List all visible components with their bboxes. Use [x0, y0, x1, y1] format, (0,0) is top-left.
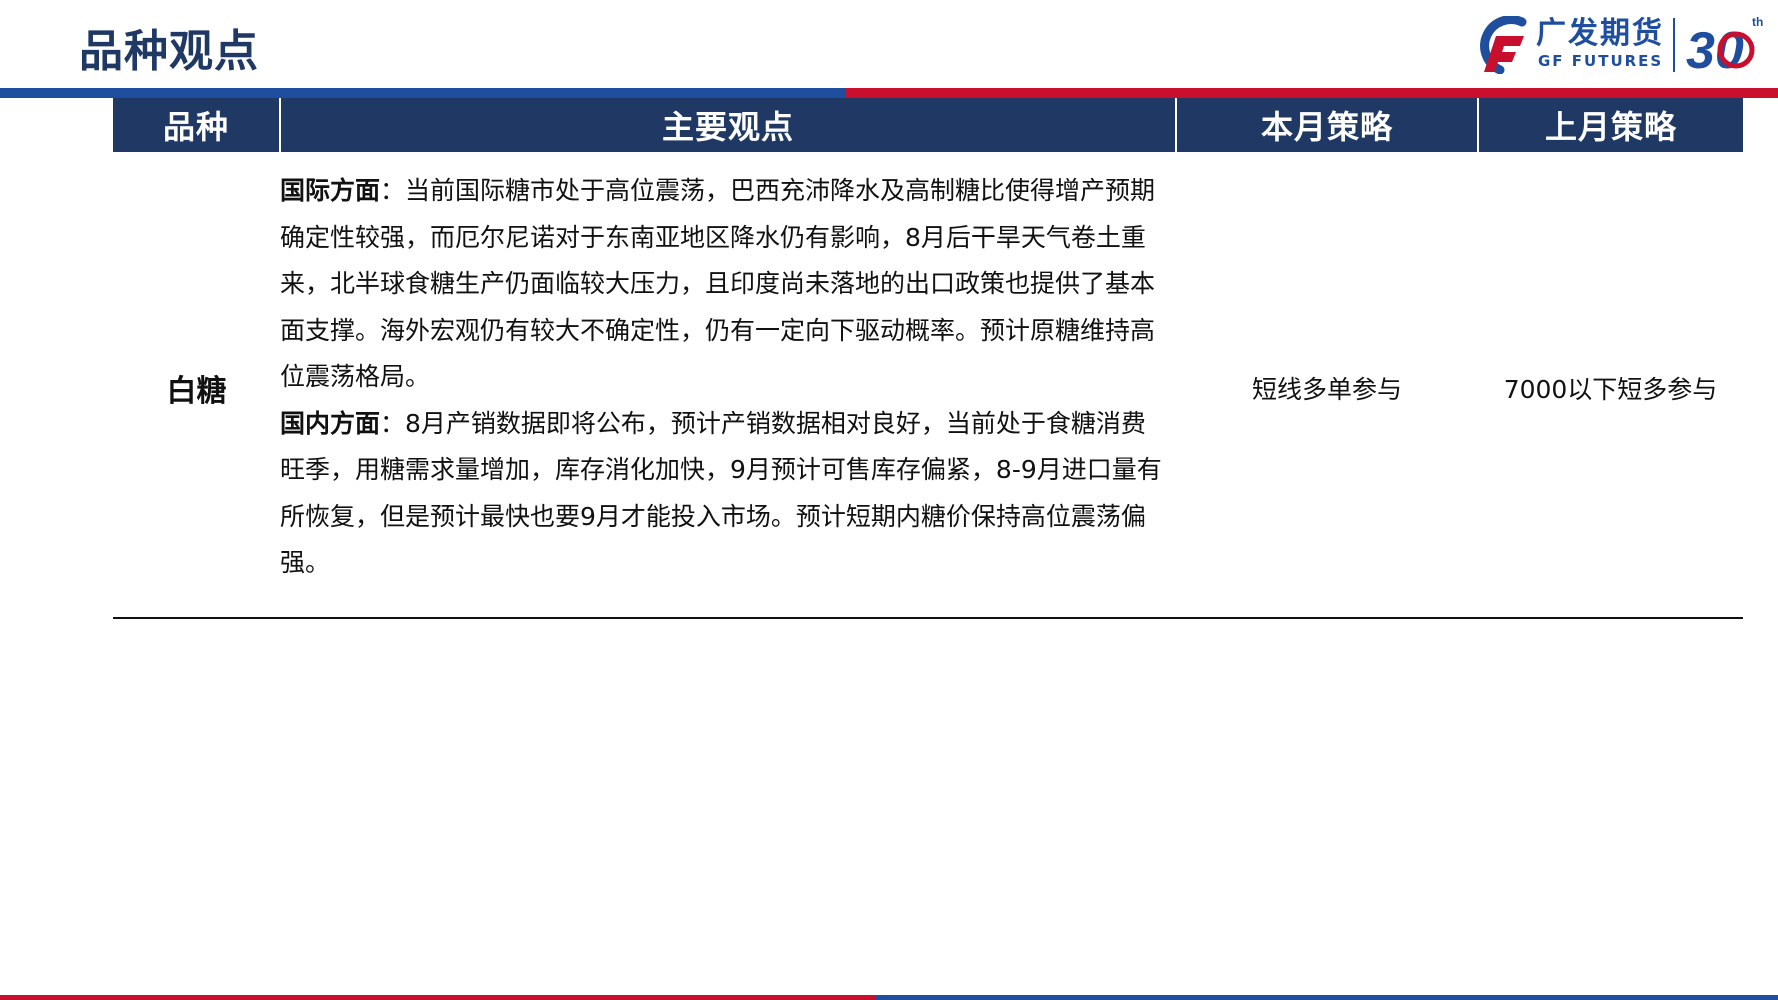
- table-row: 白糖 国际方面：当前国际糖市处于高位震荡，巴西充沛降水及高制糖比使得增产预期确定…: [113, 152, 1743, 625]
- footer-band-red: [0, 995, 876, 1000]
- header-band-blue: [0, 88, 845, 98]
- domestic-view: 国内方面：8月产销数据即将公布，预计产销数据相对良好，当前处于食糖消费旺季，用糖…: [280, 401, 1168, 587]
- header-band-red: [845, 88, 1778, 98]
- variety-cell: 白糖: [166, 374, 227, 410]
- logo-name-en: GF FUTURES: [1538, 52, 1664, 70]
- logo-name-cn: 广发期货: [1536, 16, 1664, 51]
- international-text: ：当前国际糖市处于高位震荡，巴西充沛降水及高制糖比使得增产预期确定性较强，而厄尔…: [280, 176, 1156, 391]
- table-header-row: 品种 主要观点 本月策略 上月策略: [113, 98, 1743, 152]
- international-view: 国际方面：当前国际糖市处于高位震荡，巴西充沛降水及高制糖比使得增产预期确定性较强…: [280, 168, 1168, 401]
- international-label: 国际方面: [280, 176, 381, 205]
- header-variety: 品种: [113, 98, 281, 152]
- table-bottom-rule: [113, 617, 1743, 619]
- this-month-strategy-cell: 短线多单参与: [1251, 375, 1402, 405]
- anniversary-30-icon: 30 th: [1686, 15, 1763, 76]
- main-views-cell: 国际方面：当前国际糖市处于高位震荡，巴西充沛降水及高制糖比使得增产预期确定性较强…: [280, 152, 1176, 625]
- anniversary-suffix: th: [1752, 15, 1763, 29]
- last-month-strategy-cell: 7000以下短多参与: [1503, 375, 1718, 405]
- footer-band-blue: [876, 995, 1778, 1000]
- gf-logo-icon: [1480, 16, 1527, 74]
- header-this-month-strategy: 本月策略: [1176, 98, 1479, 152]
- header-main-views: 主要观点: [280, 98, 1177, 152]
- domestic-label: 国内方面: [280, 408, 381, 438]
- page-title: 品种观点: [79, 26, 259, 77]
- header-last-month-strategy: 上月策略: [1478, 98, 1743, 152]
- domestic-text: ：8月产销数据即将公布，预计产销数据相对良好，当前处于食糖消费旺季，用糖需求量增…: [280, 408, 1162, 578]
- company-logo: 广发期货 GF FUTURES 30 th: [1470, 12, 1770, 78]
- logo-divider: [1673, 18, 1675, 72]
- views-table: 品种 主要观点 本月策略 上月策略 白糖 国际方面：当前国际糖市处于高位震荡，巴…: [113, 98, 1743, 625]
